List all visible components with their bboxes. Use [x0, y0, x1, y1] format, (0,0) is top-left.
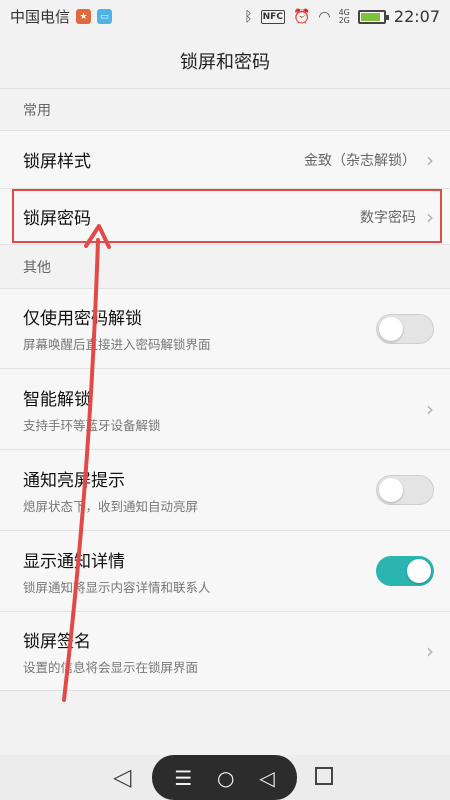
- row-show-notification-details[interactable]: 显示通知详情 锁屏通知将显示内容详情和联系人: [0, 530, 450, 611]
- row-title: 仅使用密码解锁: [23, 309, 142, 329]
- back-icon[interactable]: ◁: [259, 768, 274, 788]
- chevron-right-icon: ›: [426, 204, 434, 229]
- page-title: 锁屏和密码: [180, 51, 270, 73]
- section-header-common: 常用: [0, 90, 450, 130]
- row-subtitle: 支持手环等蓝牙设备解锁: [23, 417, 161, 433]
- home-icon[interactable]: ○: [217, 768, 234, 788]
- row-lock-signature[interactable]: 锁屏签名 设置的信息将会显示在锁屏界面 ›: [0, 611, 450, 691]
- password-only-toggle[interactable]: [376, 313, 434, 344]
- section-header-other: 其他: [0, 244, 450, 288]
- battery-icon: [357, 9, 389, 24]
- row-value: 金致（杂志解锁）: [304, 152, 416, 169]
- navigation-bar: ◁ ☰ ○ ◁: [0, 755, 450, 800]
- title-bar: 锁屏和密码: [0, 33, 450, 89]
- row-subtitle: 设置的信息将会显示在锁屏界面: [23, 659, 199, 675]
- row-notify-wake[interactable]: 通知亮屏提示 熄屏状态下，收到通知自动亮屏: [0, 449, 450, 530]
- chevron-right-icon: ›: [426, 639, 434, 663]
- row-subtitle: 屏幕唤醒后直接进入密码解锁界面: [23, 337, 211, 352]
- row-title: 显示通知详情: [23, 551, 125, 572]
- show-details-toggle[interactable]: [376, 556, 434, 586]
- notify-wake-toggle[interactable]: [376, 475, 434, 505]
- nfc-icon: NFC: [260, 9, 285, 24]
- app-notification-icon-2: ▭: [97, 9, 113, 24]
- wifi-icon: ◠: [318, 8, 331, 25]
- row-lock-style[interactable]: 锁屏样式 金致（杂志解锁） ›: [0, 130, 450, 188]
- row-lock-password[interactable]: 锁屏密码 数字密码 ›: [0, 188, 450, 244]
- row-subtitle: 锁屏通知将显示内容详情和联系人: [23, 579, 211, 595]
- chevron-right-icon: ›: [426, 397, 434, 421]
- carrier-label: 中国电信: [10, 8, 71, 26]
- row-title: 锁屏签名: [23, 631, 91, 652]
- row-title: 智能解锁: [23, 389, 91, 410]
- bluetooth-icon: ᛒ: [244, 8, 253, 25]
- app-notification-icon: ★: [76, 9, 92, 24]
- row-title: 锁屏密码: [23, 209, 91, 229]
- status-bar: 中国电信 ★ ▭ ᛒ NFC ⏰ ◠ 4G 2G 22:07: [0, 0, 450, 33]
- menu-icon[interactable]: ☰: [174, 768, 192, 788]
- alarm-icon: ⏰: [292, 8, 311, 25]
- row-title: 通知亮屏提示: [23, 470, 125, 491]
- section-label: 其他: [23, 259, 51, 276]
- floating-nav-dock[interactable]: ☰ ○ ◁: [152, 755, 297, 800]
- row-password-only-unlock[interactable]: 仅使用密码解锁 屏幕唤醒后直接进入密码解锁界面: [0, 288, 450, 368]
- row-value: 数字密码: [360, 209, 416, 226]
- back-triangle-icon[interactable]: ◁: [113, 763, 131, 791]
- clock: 22:07: [393, 7, 440, 26]
- signal-icon: 4G 2G: [338, 8, 350, 25]
- section-label: 常用: [23, 103, 51, 119]
- row-title: 锁屏样式: [23, 152, 91, 172]
- chevron-right-icon: ›: [426, 147, 434, 172]
- recents-square-icon[interactable]: [315, 767, 333, 785]
- net-type-bottom: 2G: [338, 15, 350, 25]
- row-subtitle: 熄屏状态下，收到通知自动亮屏: [23, 498, 199, 514]
- row-smart-unlock[interactable]: 智能解锁 支持手环等蓝牙设备解锁 ›: [0, 368, 450, 449]
